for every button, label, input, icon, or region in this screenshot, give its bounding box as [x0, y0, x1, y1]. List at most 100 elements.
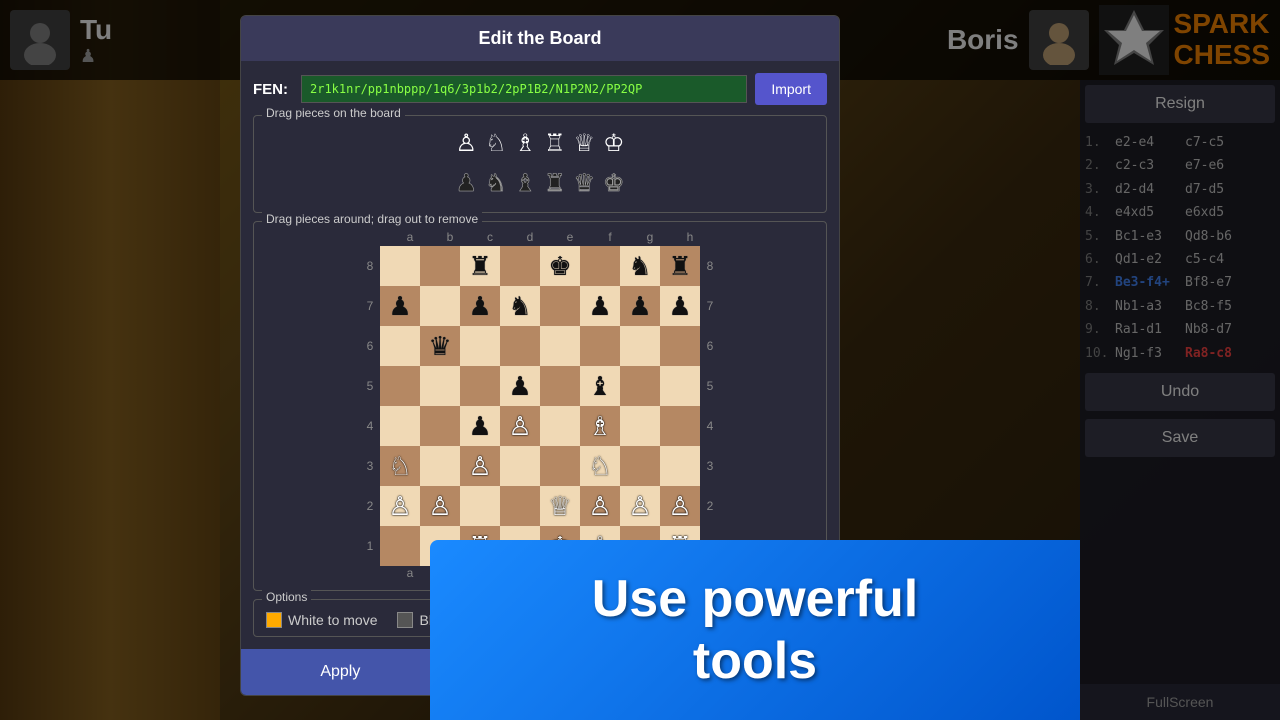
board-square[interactable]: ♕	[540, 486, 580, 526]
fen-input[interactable]	[301, 75, 747, 103]
file-label: e	[550, 230, 590, 244]
chess-piece: ♕	[548, 493, 571, 519]
board-square[interactable]: ♝	[580, 366, 620, 406]
board-square[interactable]: ♙	[580, 486, 620, 526]
white-piece-button[interactable]: ♕	[572, 130, 598, 158]
black-piece-button[interactable]: ♟	[453, 170, 479, 198]
board-square[interactable]	[540, 326, 580, 366]
fen-row: FEN: Import	[253, 73, 827, 105]
board-square[interactable]: ♟	[460, 406, 500, 446]
board-square[interactable]	[420, 446, 460, 486]
drag-pieces-section: Drag pieces on the board ♙♘♗♖♕♔ ♟♞♝♜♛♚	[253, 115, 827, 213]
chess-piece: ♙	[668, 493, 691, 519]
board-square[interactable]	[660, 446, 700, 486]
board-square[interactable]: ♟	[500, 366, 540, 406]
board-square[interactable]	[620, 326, 660, 366]
board-square[interactable]: ♜	[460, 246, 500, 286]
board-square[interactable]: ♙	[460, 446, 500, 486]
board-square[interactable]	[540, 366, 580, 406]
chess-piece: ♞	[508, 293, 531, 319]
board-square[interactable]: ♜	[660, 246, 700, 286]
board-square[interactable]	[540, 446, 580, 486]
board-square[interactable]	[420, 406, 460, 446]
rank-label: 8	[360, 246, 380, 286]
file-label: c	[470, 230, 510, 244]
chess-piece: ♙	[628, 493, 651, 519]
chess-piece: ♞	[628, 253, 651, 279]
board-square[interactable]	[380, 366, 420, 406]
import-button[interactable]: Import	[755, 73, 827, 105]
board-square[interactable]	[620, 366, 660, 406]
board-square[interactable]	[500, 486, 540, 526]
black-piece-button[interactable]: ♚	[601, 170, 627, 198]
board-square[interactable]	[580, 326, 620, 366]
board-square[interactable]	[660, 366, 700, 406]
board-square[interactable]	[660, 406, 700, 446]
rank-label: 2	[700, 486, 720, 526]
board-square[interactable]	[660, 326, 700, 366]
white-piece-button[interactable]: ♙	[453, 130, 479, 158]
black-to-move-checkbox[interactable]	[397, 612, 413, 628]
apply-button[interactable]: Apply	[241, 649, 441, 695]
file-label: g	[630, 230, 670, 244]
chess-piece: ♟	[508, 373, 531, 399]
white-piece-button[interactable]: ♗	[512, 130, 538, 158]
board-square[interactable]	[500, 446, 540, 486]
white-to-move-checkbox[interactable]	[266, 612, 282, 628]
board-square[interactable]: ♟	[380, 286, 420, 326]
board-square[interactable]: ♟	[620, 286, 660, 326]
board-square[interactable]: ♗	[580, 406, 620, 446]
board-square[interactable]	[380, 246, 420, 286]
white-piece-button[interactable]: ♘	[483, 130, 509, 158]
board-square[interactable]: ♞	[620, 246, 660, 286]
rank-label: 5	[700, 366, 720, 406]
chess-piece: ♟	[468, 413, 491, 439]
board-square[interactable]: ♙	[620, 486, 660, 526]
rank-label: 4	[360, 406, 380, 446]
rank-label: 4	[700, 406, 720, 446]
board-square[interactable]: ♚	[540, 246, 580, 286]
board-square[interactable]: ♟	[460, 286, 500, 326]
board-square[interactable]: ♛	[420, 326, 460, 366]
board-square[interactable]	[380, 526, 420, 566]
chess-piece: ♟	[668, 293, 691, 319]
white-piece-button[interactable]: ♖	[542, 130, 568, 158]
chess-piece: ♛	[428, 333, 451, 359]
board-square[interactable]	[420, 246, 460, 286]
board-square[interactable]	[540, 406, 580, 446]
board-square[interactable]	[540, 286, 580, 326]
white-to-move-option[interactable]: White to move	[266, 612, 377, 628]
black-piece-button[interactable]: ♜	[542, 170, 568, 198]
board-square[interactable]: ♘	[580, 446, 620, 486]
dialog-title: Edit the Board	[241, 16, 839, 61]
board-square[interactable]	[500, 246, 540, 286]
board-square[interactable]	[460, 366, 500, 406]
black-piece-button[interactable]: ♞	[483, 170, 509, 198]
black-piece-button[interactable]: ♛	[572, 170, 598, 198]
board-square[interactable]	[620, 446, 660, 486]
board-square[interactable]	[500, 326, 540, 366]
board-square[interactable]: ♙	[420, 486, 460, 526]
white-piece-button[interactable]: ♔	[601, 130, 627, 158]
board-square[interactable]	[420, 366, 460, 406]
board-square[interactable]	[580, 246, 620, 286]
board-square[interactable]	[380, 406, 420, 446]
board-square[interactable]: ♟	[660, 286, 700, 326]
board-square[interactable]	[380, 326, 420, 366]
board-square[interactable]: ♙	[380, 486, 420, 526]
board-square[interactable]: ♞	[500, 286, 540, 326]
board-square[interactable]: ♘	[380, 446, 420, 486]
board-square[interactable]	[620, 406, 660, 446]
board-square[interactable]: ♟	[580, 286, 620, 326]
drag-around-section: Drag pieces around; drag out to remove a…	[253, 221, 827, 591]
board-square[interactable]	[460, 326, 500, 366]
black-piece-button[interactable]: ♝	[512, 170, 538, 198]
board-square[interactable]: ♙	[500, 406, 540, 446]
file-label: a	[390, 230, 430, 244]
board-square[interactable]	[460, 486, 500, 526]
board-square[interactable]	[420, 286, 460, 326]
board-square[interactable]: ♙	[660, 486, 700, 526]
chess-board[interactable]: ♜♚♞♜♟♟♞♟♟♟♛♟♝♟♙♗♘♙♘♙♙♕♙♙♙♖♔♗♖	[380, 246, 700, 566]
rank-label: 6	[360, 326, 380, 366]
file-label: d	[510, 230, 550, 244]
